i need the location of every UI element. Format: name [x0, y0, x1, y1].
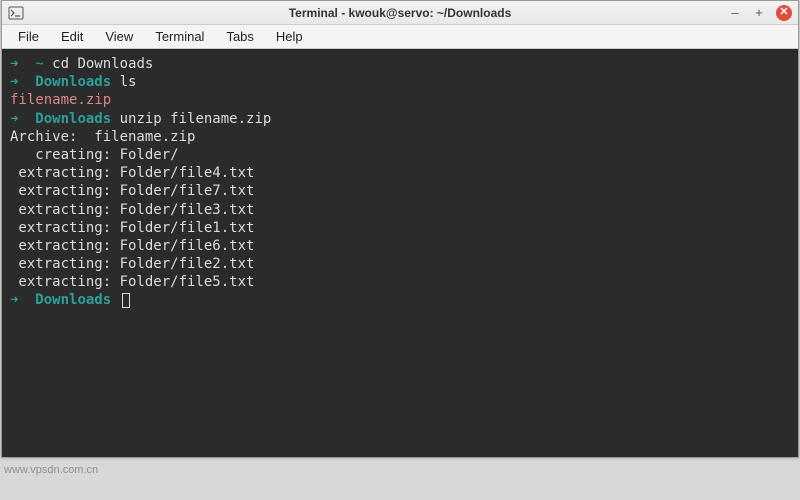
window-controls: – + ✕: [728, 5, 792, 21]
terminal-line: extracting: Folder/file6.txt: [10, 237, 790, 255]
app-icon: [8, 5, 24, 21]
watermark: www.vpsdn.com.cn: [4, 464, 98, 476]
window-title: Terminal - kwouk@servo: ~/Downloads: [289, 6, 512, 20]
menu-tabs[interactable]: Tabs: [216, 26, 263, 47]
terminal-line: ➜ Downloads: [10, 291, 790, 309]
menu-terminal[interactable]: Terminal: [145, 26, 214, 47]
terminal-line: creating: Folder/: [10, 146, 790, 164]
terminal-line: extracting: Folder/file3.txt: [10, 201, 790, 219]
terminal-line: ➜ Downloads unzip filename.zip: [10, 110, 790, 128]
terminal-line: extracting: Folder/file1.txt: [10, 219, 790, 237]
menu-view[interactable]: View: [95, 26, 143, 47]
menu-file[interactable]: File: [8, 26, 49, 47]
terminal-line: extracting: Folder/file2.txt: [10, 255, 790, 273]
minimize-button[interactable]: –: [728, 6, 742, 20]
terminal-viewport[interactable]: ➜ ~ cd Downloads➜ Downloads lsfilename.z…: [2, 49, 798, 457]
terminal-line: extracting: Folder/file4.txt: [10, 164, 790, 182]
terminal-line: extracting: Folder/file5.txt: [10, 273, 790, 291]
close-button[interactable]: ✕: [776, 5, 792, 21]
titlebar[interactable]: Terminal - kwouk@servo: ~/Downloads – + …: [2, 1, 798, 25]
terminal-line: filename.zip: [10, 91, 790, 109]
menu-edit[interactable]: Edit: [51, 26, 93, 47]
terminal-line: ➜ Downloads ls: [10, 73, 790, 91]
menu-help[interactable]: Help: [266, 26, 313, 47]
maximize-button[interactable]: +: [752, 6, 766, 20]
terminal-line: ➜ ~ cd Downloads: [10, 55, 790, 73]
terminal-line: extracting: Folder/file7.txt: [10, 182, 790, 200]
terminal-window: Terminal - kwouk@servo: ~/Downloads – + …: [1, 0, 799, 458]
menubar: File Edit View Terminal Tabs Help: [2, 25, 798, 49]
cursor: [122, 293, 130, 308]
terminal-line: Archive: filename.zip: [10, 128, 790, 146]
